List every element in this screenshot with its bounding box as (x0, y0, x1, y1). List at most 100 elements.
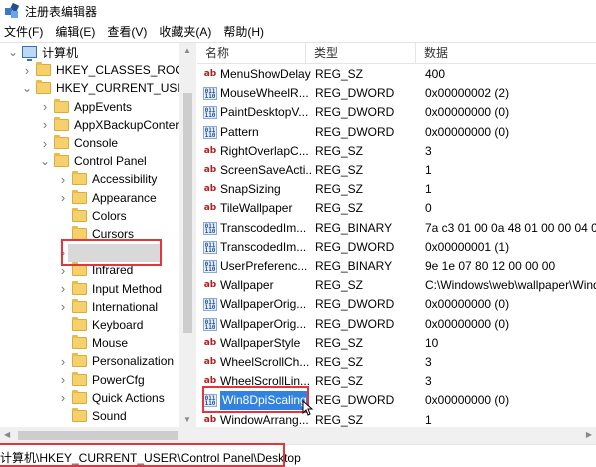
value-row[interactable]: ab WindowArrang... REG_SZ 1 (197, 411, 596, 427)
value-row[interactable]: ab Wallpaper REG_SZ C:\Windows\web\wallpape… (197, 276, 596, 295)
tree-item[interactable]: › AppEvents (40, 98, 132, 116)
scroll-down-arrow-icon[interactable]: ▼ (183, 415, 191, 424)
value-type-cell: REG_SZ (315, 201, 364, 216)
column-header-data[interactable]: 数据 (416, 43, 596, 64)
folder-icon (72, 280, 87, 295)
menu-favorites[interactable]: 收藏夹(A) (153, 22, 217, 42)
value-data-cell: 0x00000000 (0) (425, 105, 510, 120)
tree-item[interactable]: › PowerCfg (58, 371, 145, 389)
value-type-cell: REG_SZ (315, 335, 364, 350)
value-row[interactable]: ab TileWallpaper REG_SZ 0 (197, 199, 596, 218)
win8dpiscaling-highlight-box (202, 386, 309, 413)
value-name: TranscodedIm... (220, 239, 307, 254)
value-name: SnapSizing (220, 182, 281, 197)
chevron-down-icon[interactable]: ⌄ (8, 46, 18, 58)
value-row[interactable]: 011 110 MouseWheelR... REG_DWORD 0x00000002… (197, 84, 596, 103)
column-header-type[interactable]: 类型 (306, 43, 416, 64)
tree-item[interactable]: ⌄ HKEY_CURRENT_USER (22, 79, 194, 97)
value-row[interactable]: 011 110 TranscodedIm... REG_DWORD 0x0000000… (197, 238, 596, 257)
tree-item[interactable]: Keyboard (58, 316, 143, 334)
tree-item[interactable]: › Console (40, 134, 118, 152)
tree-scroll-thumb[interactable] (183, 93, 192, 333)
tree-item[interactable]: ⌄ Control Panel (40, 152, 147, 170)
regedit-app-icon (5, 2, 20, 18)
binary-value-icon: 011 110 (203, 87, 217, 101)
horizontal-scroll-thumb[interactable] (18, 431, 178, 440)
value-type-cell: REG_SZ (315, 278, 364, 293)
tree-item[interactable]: › Quick Actions (58, 389, 165, 407)
value-row[interactable]: 011 110 WallpaperOrig... REG_DWORD 0x000000… (197, 315, 596, 334)
value-type-cell: REG_SZ (315, 412, 364, 427)
tree-item-label: AppXBackupConter (74, 117, 180, 132)
tree-item[interactable]: › Personalization (58, 352, 174, 370)
value-type-cell: REG_DWORD (315, 316, 395, 331)
tree-item[interactable]: › HKEY_CLASSES_ROOT (22, 61, 192, 79)
chevron-right-icon[interactable]: › (58, 354, 68, 369)
tree-item-label: Control Panel (74, 154, 147, 169)
string-value-icon: ab (203, 145, 217, 156)
value-name-cell: 011 110 TranscodedIm... (203, 238, 311, 257)
value-name: UserPreferenc... (220, 259, 308, 273)
menu-help[interactable]: 帮助(H) (217, 22, 270, 42)
tree-item[interactable]: ⌄ 计算机 (8, 43, 78, 61)
value-type-cell: REG_DWORD (315, 124, 395, 139)
chevron-right-icon[interactable]: › (58, 190, 68, 205)
chevron-right-icon[interactable]: › (40, 99, 50, 114)
value-row[interactable]: ab RightOverlapC... REG_SZ 3 (197, 142, 596, 161)
string-value-icon: ab (203, 165, 217, 175)
value-row[interactable]: ab WheelScrollCh... REG_SZ 3 (197, 353, 596, 372)
chevron-right-icon[interactable]: › (22, 63, 32, 78)
tree-item[interactable]: › Accessibility (58, 170, 157, 188)
value-name-cell: ab RightOverlapC... (203, 142, 311, 161)
value-row[interactable]: 011 110 UserPreferenc... REG_BINARY 9e 1e 0… (197, 257, 596, 276)
tree-vertical-scrollbar[interactable]: ▲ ▼ (179, 43, 196, 427)
tree-item[interactable]: Colors (58, 207, 127, 225)
value-row[interactable]: ab ScreenSaveActi... REG_SZ 1 (197, 161, 596, 180)
tree-item[interactable]: › Input Method (58, 280, 162, 298)
scroll-up-arrow-icon[interactable]: ▲ (183, 46, 191, 55)
horizontal-scrollbar[interactable]: ◀ ▶ (0, 427, 596, 444)
value-type-cell: REG_DWORD (315, 239, 395, 254)
value-row[interactable]: ab MenuShowDelay REG_SZ 400 (197, 65, 596, 84)
status-path-highlight-box (0, 443, 285, 467)
computer-icon (22, 46, 37, 61)
value-row[interactable]: 011 110 WallpaperOrig... REG_DWORD 0x000000… (197, 295, 596, 314)
tree-item[interactable]: › International (58, 298, 158, 316)
value-row[interactable]: ab SnapSizing REG_SZ 1 (197, 180, 596, 199)
folder-icon (72, 189, 87, 204)
value-row[interactable]: 011 110 Pattern REG_DWORD 0x00000000 (0) (197, 123, 596, 142)
menu-edit[interactable]: 编辑(E) (49, 22, 101, 42)
tree-item[interactable]: › Appearance (58, 189, 157, 207)
chevron-down-icon[interactable]: ⌄ (22, 82, 32, 94)
scroll-right-arrow-icon[interactable]: ▶ (586, 430, 592, 439)
tree-item-label: International (92, 299, 159, 314)
key-tree-pane[interactable]: ⌄ 计算机 › HKEY_CLASSES_ROOT ⌄ HKEY_CURRENT_USER… (0, 43, 196, 427)
chevron-down-icon[interactable]: ⌄ (40, 155, 50, 167)
tree-item[interactable]: Mouse (58, 334, 128, 352)
tree-item[interactable]: Sound (58, 407, 127, 425)
values-list-pane[interactable]: 名称 类型 数据 ab MenuShowDelay REG_SZ 400 011 110… (197, 43, 596, 427)
tree-item[interactable]: › AppXBackupConter (40, 116, 179, 134)
chevron-right-icon[interactable]: › (58, 299, 68, 314)
menu-view[interactable]: 查看(V) (101, 22, 153, 42)
menu-file[interactable]: 文件(F) (0, 22, 49, 42)
value-data-cell: 3 (425, 143, 432, 158)
value-row[interactable]: ab WallpaperStyle REG_SZ 10 (197, 334, 596, 353)
chevron-right-icon[interactable]: › (58, 172, 68, 187)
chevron-right-icon[interactable]: › (58, 372, 68, 387)
folder-icon (72, 371, 87, 386)
chevron-right-icon[interactable]: › (40, 136, 50, 151)
value-row[interactable]: 011 110 TranscodedIm... REG_BINARY 7a c3 01… (197, 219, 596, 238)
folder-icon (72, 353, 87, 368)
chevron-right-icon[interactable]: › (58, 281, 68, 296)
scroll-left-arrow-icon[interactable]: ◀ (4, 430, 10, 439)
value-name-cell: ab WheelScrollCh... (203, 353, 311, 372)
value-row[interactable]: 011 110 PaintDesktopV... REG_DWORD 0x000000… (197, 103, 596, 122)
chevron-right-icon[interactable]: › (40, 117, 50, 132)
value-type-cell: REG_DWORD (315, 393, 395, 408)
chevron-right-icon[interactable]: › (58, 263, 68, 278)
chevron-right-icon[interactable]: › (58, 390, 68, 405)
value-name: Pattern (220, 124, 259, 139)
column-header-name[interactable]: 名称 (197, 43, 306, 64)
